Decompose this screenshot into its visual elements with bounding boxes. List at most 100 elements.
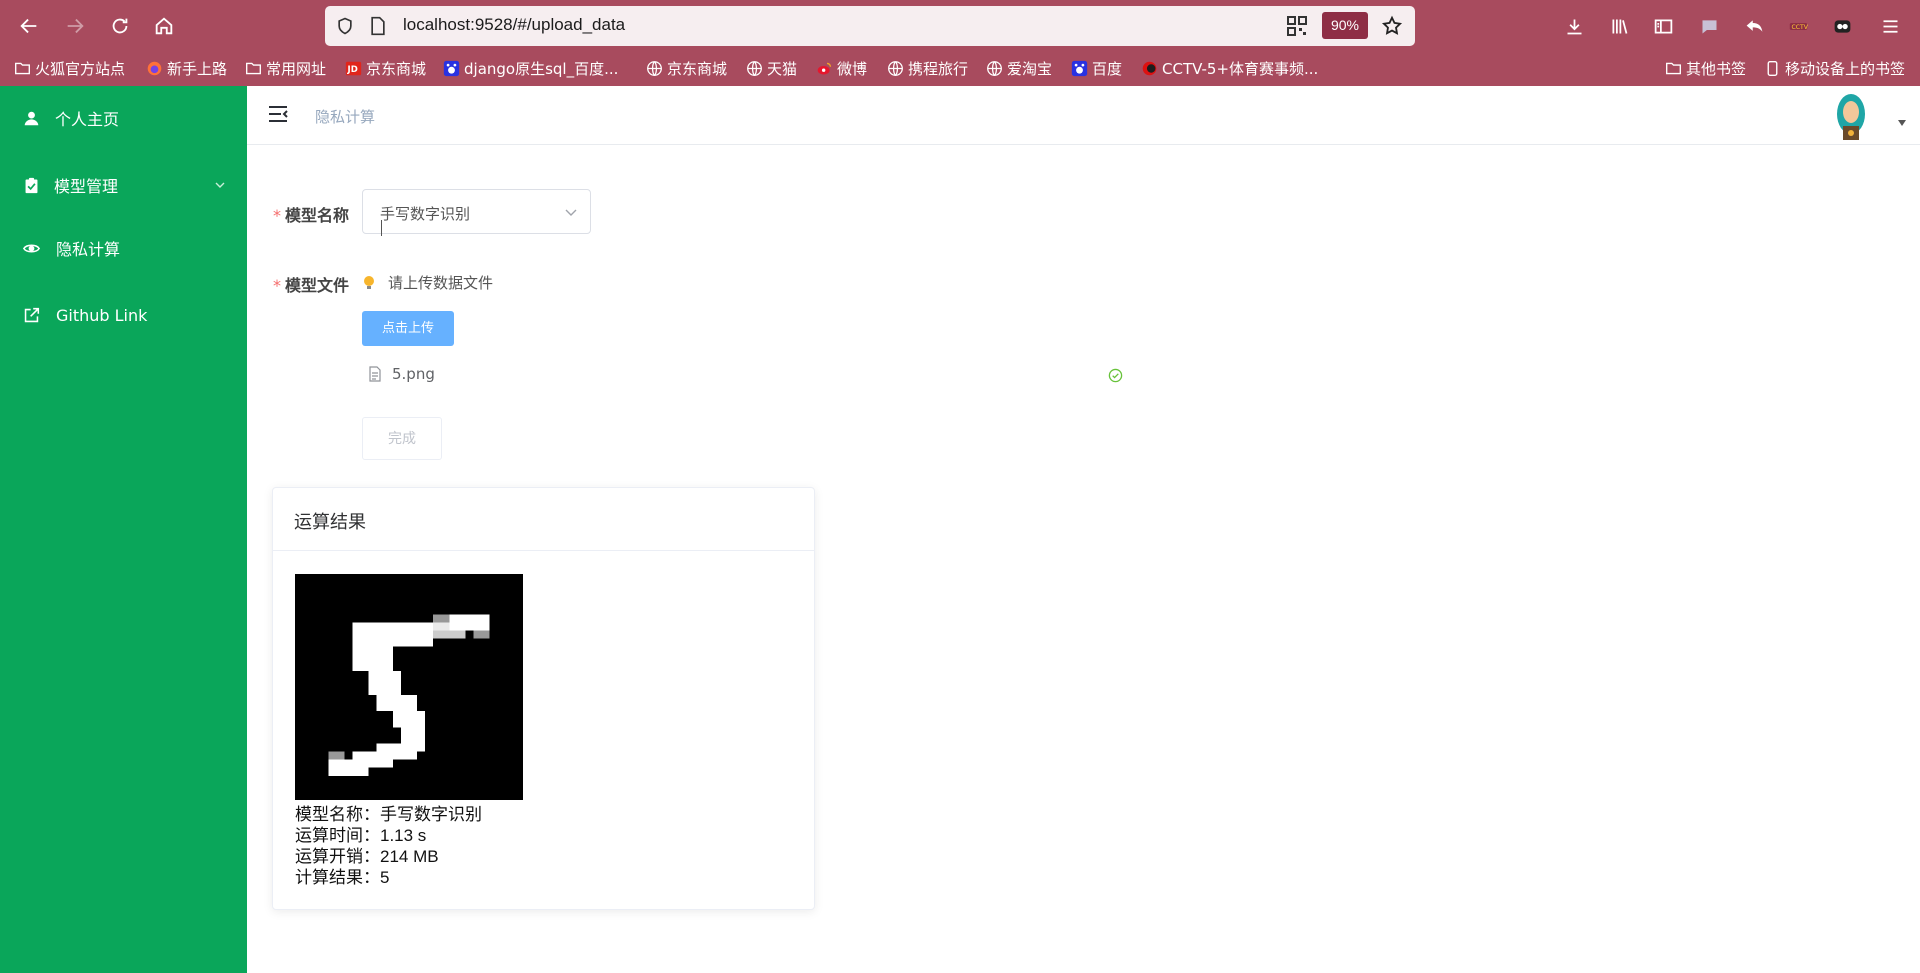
download-icon[interactable]	[1562, 14, 1586, 38]
bookmarks-bar: 火狐官方站点 新手上路 常用网址 JD 京东商城 django原生sql_百度.…	[0, 53, 1920, 83]
chat-icon[interactable]	[1697, 14, 1721, 38]
bookmark-label: 常用网址	[266, 59, 327, 78]
bookmark-item[interactable]: 携程旅行	[887, 57, 968, 79]
result-compute-time: 运算时间：1.13 s	[295, 826, 427, 845]
label-text: 模型名称	[285, 206, 350, 225]
page-icon	[371, 16, 385, 36]
breadcrumb[interactable]: 隐私计算	[315, 106, 375, 127]
bookmark-label: 天猫	[767, 59, 798, 78]
required-mark: *	[273, 206, 281, 225]
check-circle-icon	[1108, 368, 1123, 383]
card-title: 运算结果	[294, 512, 366, 533]
sidebar-item-label: Github Link	[56, 305, 148, 325]
bookmark-label: 携程旅行	[908, 59, 969, 78]
sidebar: 个人主页 模型管理 隐私计算 Github Link	[0, 86, 247, 973]
address-bar[interactable]: localhost:9528/#/upload_data 90%	[325, 6, 1415, 46]
uploaded-file-item[interactable]: 5.png	[368, 365, 435, 383]
bookmark-label: 百度	[1092, 59, 1123, 78]
library-icon[interactable]	[1607, 14, 1631, 38]
model-file-label: * 模型文件	[273, 272, 349, 296]
bookmark-label: 京东商城	[667, 59, 728, 78]
svg-text:JD: JD	[347, 64, 358, 74]
reload-icon[interactable]	[105, 11, 135, 41]
bookmark-item[interactable]: CCTV-5+体育赛事频...	[1141, 57, 1318, 79]
bookmark-label: 其他书签	[1686, 59, 1747, 78]
sidebar-item-github-link[interactable]: Github Link	[0, 287, 247, 343]
tip-text: 请上传数据文件	[388, 274, 494, 292]
avatar[interactable]	[1834, 92, 1868, 140]
sidebar-item-model-management[interactable]: 模型管理	[0, 157, 247, 213]
extension-mask-icon[interactable]	[1830, 14, 1854, 38]
browser-toolbar: localhost:9528/#/upload_data 90% CCTV 火狐…	[0, 0, 1920, 86]
bookmark-item[interactable]: JD 京东商城	[345, 57, 426, 79]
bookmark-label: CCTV-5+体育赛事频...	[1162, 59, 1319, 78]
chevron-down-icon[interactable]	[213, 178, 227, 192]
required-mark: *	[273, 276, 281, 295]
home-icon[interactable]	[149, 11, 179, 41]
folder-icon	[1665, 60, 1682, 77]
bookmark-label: 新手上路	[167, 59, 228, 78]
result-prediction: 计算结果：5	[295, 868, 390, 887]
bookmark-item[interactable]: django原生sql_百度...	[443, 57, 618, 79]
select-value: 手写数字识别	[380, 205, 471, 223]
bookmark-item[interactable]: 其他书签	[1665, 57, 1746, 79]
globe-icon	[887, 60, 904, 77]
star-icon[interactable]	[1381, 15, 1403, 37]
external-link-icon	[22, 306, 40, 324]
caret-down-icon[interactable]	[1898, 120, 1906, 126]
sidebar-toggle-icon[interactable]	[1651, 14, 1675, 38]
upload-button[interactable]: 点击上传	[362, 311, 454, 346]
document-icon	[369, 366, 381, 382]
back-icon[interactable]	[14, 11, 44, 41]
bookmark-item[interactable]: 常用网址	[245, 57, 326, 79]
bookmark-item[interactable]: 新手上路	[146, 57, 227, 79]
cctv-extension-icon[interactable]: CCTV	[1786, 14, 1810, 38]
bookmark-label: 京东商城	[366, 59, 427, 78]
bookmark-item[interactable]: 火狐官方站点	[14, 57, 125, 79]
file-name: 5.png	[392, 365, 435, 383]
folder-icon	[14, 60, 31, 77]
folder-icon	[245, 60, 262, 77]
bookmark-label: 微博	[837, 59, 868, 78]
shield-icon[interactable]	[335, 16, 355, 36]
bookmark-label: django原生sql_百度...	[464, 59, 619, 78]
hamburger-icon[interactable]	[267, 103, 289, 125]
bookmark-item[interactable]: 微博	[816, 57, 867, 79]
undo-icon[interactable]	[1742, 14, 1766, 38]
result-card: 运算结果 模型名称：手写数字识别 运算时间：1.13 s 运算开销：214 MB…	[272, 487, 815, 910]
bookmark-item[interactable]: 爱淘宝	[986, 57, 1052, 79]
sidebar-item-privacy-computing[interactable]: 隐私计算	[0, 220, 247, 276]
globe-icon	[646, 60, 663, 77]
model-name-select[interactable]: 手写数字识别	[362, 189, 591, 236]
globe-icon	[746, 60, 763, 77]
qr-code-icon[interactable]	[1287, 16, 1307, 36]
bookmark-item[interactable]: 百度	[1071, 57, 1122, 79]
sidebar-item-label: 模型管理	[54, 177, 119, 196]
mobile-icon	[1764, 60, 1781, 77]
eye-icon	[22, 239, 40, 257]
weibo-icon	[816, 60, 833, 77]
firefox-icon	[146, 60, 163, 77]
bookmark-item[interactable]: 京东商城	[646, 57, 727, 79]
result-info: 模型名称：手写数字识别 运算时间：1.13 s 运算开销：214 MB 计算结果…	[295, 804, 482, 888]
sidebar-item-label: 隐私计算	[56, 240, 121, 259]
chevron-down-icon[interactable]	[564, 205, 578, 219]
zoom-level-badge[interactable]: 90%	[1322, 12, 1368, 39]
bookmark-label: 爱淘宝	[1007, 59, 1053, 78]
sidebar-item-label: 个人主页	[55, 110, 120, 129]
url-text[interactable]: localhost:9528/#/upload_data	[403, 15, 625, 35]
bookmark-item[interactable]: 天猫	[746, 57, 797, 79]
text-cursor	[381, 220, 382, 236]
card-header: 运算结果	[273, 488, 814, 551]
done-button[interactable]: 完成	[362, 417, 442, 460]
forward-icon[interactable]	[60, 11, 90, 41]
menu-icon[interactable]	[1878, 14, 1902, 38]
baidu-icon	[1071, 60, 1088, 77]
result-compute-cost: 运算开销：214 MB	[295, 847, 439, 866]
bookmark-item[interactable]: 移动设备上的书签	[1764, 57, 1905, 79]
sidebar-item-profile[interactable]: 个人主页	[0, 90, 247, 146]
model-name-label: * 模型名称	[273, 202, 349, 226]
clipboard-check-icon	[22, 176, 40, 194]
navbar: 隐私计算	[247, 86, 1920, 145]
upload-tip: 请上传数据文件	[362, 272, 493, 293]
